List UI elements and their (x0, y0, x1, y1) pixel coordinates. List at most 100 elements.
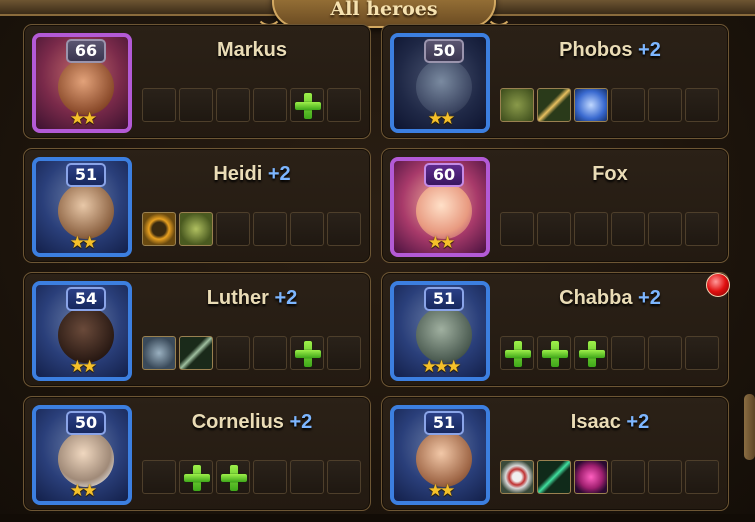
star-rating: ★★ (69, 233, 97, 253)
star-rating: ★★ (427, 481, 455, 501)
equipment-slot[interactable] (685, 336, 719, 370)
hero-name: Chabba +2 (500, 287, 720, 310)
hero-name-text: Markus (216, 39, 288, 61)
equipment-slot[interactable] (537, 212, 571, 246)
hero-card-phobos[interactable]: 50 ★★ Phobos +2 (381, 24, 729, 139)
hero-portrait[interactable]: 51 ★★★ (390, 281, 490, 381)
item-warrior-icon[interactable] (500, 88, 534, 122)
scrollbar-thumb[interactable] (744, 394, 755, 460)
star-rating: ★★ (69, 481, 97, 501)
hero-portrait[interactable]: 51 ★★ (32, 157, 132, 257)
plus-icon (542, 341, 568, 367)
equipment-slot[interactable] (648, 88, 682, 122)
hero-portrait[interactable]: 51 ★★ (390, 405, 490, 505)
equipment-slot[interactable] (327, 460, 361, 494)
hero-bonus: +2 (626, 411, 650, 433)
equipment-slot[interactable] (327, 88, 361, 122)
equipment-slot[interactable] (685, 460, 719, 494)
equipment-slot[interactable] (290, 460, 324, 494)
page-title: All heroes (330, 0, 438, 20)
equipment-slot-available[interactable] (500, 336, 534, 370)
equipment-slot[interactable] (179, 88, 213, 122)
hero-name-text: Luther (206, 287, 269, 309)
equipment-slot[interactable] (290, 212, 324, 246)
equipment-slot[interactable] (253, 460, 287, 494)
equipment-slot-available[interactable] (574, 336, 608, 370)
equipment-slot[interactable] (142, 88, 176, 122)
hero-bonus: +2 (267, 163, 291, 185)
hero-bonus: +2 (638, 287, 661, 309)
item-shield-icon[interactable] (500, 460, 534, 494)
equipment-slot[interactable] (648, 212, 682, 246)
equipment-slot[interactable] (327, 336, 361, 370)
hero-name: Luther +2 (142, 287, 362, 310)
hero-portrait[interactable]: 66 ★★ (32, 33, 132, 133)
equipment-slot[interactable] (142, 460, 176, 494)
item-plant-icon[interactable] (179, 212, 213, 246)
equipment-slot-available[interactable] (216, 460, 250, 494)
hero-card-chabba[interactable]: 51 ★★★ Chabba +2 (381, 272, 729, 387)
plus-icon (295, 341, 321, 367)
hero-face-icon (58, 307, 114, 363)
equipment-slot[interactable] (216, 336, 250, 370)
equipment-slot[interactable] (253, 88, 287, 122)
hero-bonus: +2 (274, 287, 298, 309)
star-rating: ★★ (69, 109, 97, 129)
plus-icon (579, 341, 605, 367)
star-rating: ★★★ (421, 357, 462, 377)
item-sword-icon[interactable] (537, 88, 571, 122)
hero-face-icon (416, 307, 472, 363)
level-badge: 60 (424, 163, 464, 187)
level-badge: 51 (66, 163, 106, 187)
level-badge: 66 (66, 39, 106, 63)
equipment-slot[interactable] (611, 212, 645, 246)
item-staff-icon[interactable] (537, 460, 571, 494)
equipment-slot-available[interactable] (290, 88, 324, 122)
equipment-slot[interactable] (648, 460, 682, 494)
hero-face-icon (416, 183, 472, 239)
equipment-slot[interactable] (611, 336, 645, 370)
bottom-edge (0, 514, 755, 522)
equipment-slot[interactable] (216, 88, 250, 122)
hero-card-markus[interactable]: 66 ★★ Markus (23, 24, 371, 139)
hero-card-luther[interactable]: 54 ★★ Luther +2 (23, 272, 371, 387)
equipment-slot[interactable] (574, 212, 608, 246)
hero-portrait[interactable]: 50 ★★ (32, 405, 132, 505)
hero-portrait[interactable]: 54 ★★ (32, 281, 132, 381)
hero-face-icon (416, 431, 472, 487)
equipment-slot[interactable] (500, 212, 534, 246)
equipment-slot[interactable] (685, 212, 719, 246)
plus-icon (184, 465, 210, 491)
hero-name: Isaac +2 (500, 411, 720, 434)
equipment-slot[interactable] (648, 336, 682, 370)
item-armor-icon[interactable] (142, 336, 176, 370)
hero-name-text: Heidi (213, 163, 263, 185)
hero-face-icon (416, 59, 472, 115)
star-rating: ★★ (69, 357, 97, 377)
item-potion-icon[interactable] (574, 88, 608, 122)
equipment-slot[interactable] (216, 212, 250, 246)
equipment-slot-available[interactable] (537, 336, 571, 370)
equipment-slot[interactable] (253, 336, 287, 370)
hero-portrait[interactable]: 60 ★★ (390, 157, 490, 257)
hero-card-isaac[interactable]: 51 ★★ Isaac +2 (381, 396, 729, 511)
equipment-slot-available[interactable] (179, 460, 213, 494)
hero-card-heidi[interactable]: 51 ★★ Heidi +2 (23, 148, 371, 263)
equipment-slot-available[interactable] (290, 336, 324, 370)
hero-name: Phobos +2 (500, 39, 720, 62)
item-blade-icon[interactable] (179, 336, 213, 370)
hero-name: Fox (500, 163, 720, 186)
equipment-slot[interactable] (253, 212, 287, 246)
equipment-slot[interactable] (327, 212, 361, 246)
hero-card-fox[interactable]: 60 ★★ Fox (381, 148, 729, 263)
plus-icon (221, 465, 247, 491)
hero-portrait[interactable]: 50 ★★ (390, 33, 490, 133)
hero-card-cornelius[interactable]: 50 ★★ Cornelius +2 (23, 396, 371, 511)
equipment-slot[interactable] (611, 88, 645, 122)
item-orb-icon[interactable] (574, 460, 608, 494)
hero-face-icon (58, 431, 114, 487)
level-badge: 54 (66, 287, 106, 311)
equipment-slot[interactable] (611, 460, 645, 494)
item-ring-icon[interactable] (142, 212, 176, 246)
equipment-slot[interactable] (685, 88, 719, 122)
